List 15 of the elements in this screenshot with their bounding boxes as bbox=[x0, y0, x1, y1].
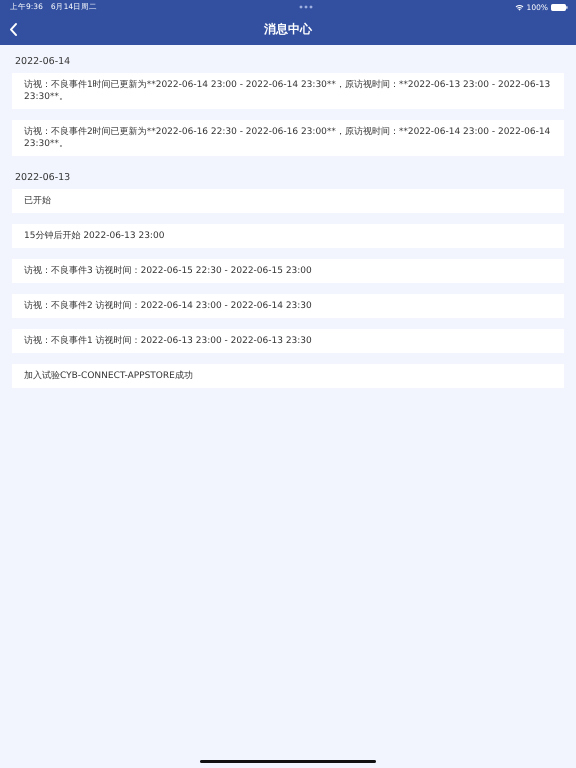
date-header: 2022-06-13 bbox=[14, 171, 72, 185]
battery-icon bbox=[551, 4, 568, 10]
wifi-icon bbox=[514, 4, 524, 10]
message-card[interactable]: 15分钟后开始 2022-06-13 23:00 bbox=[12, 224, 564, 248]
message-card[interactable]: 访视：不良事件2 访视时间：2022-06-14 23:00 - 2022-06-14 23:30 bbox=[12, 294, 564, 318]
message-card[interactable]: 访视：不良事件3 访视时间：2022-06-15 22:30 - 2022-06-15 23:00 bbox=[12, 259, 564, 283]
more-icon[interactable] bbox=[298, 5, 313, 9]
message-card[interactable]: 访视：不良事件2时间已更新为**2022-06-16 22:30 - 2022-06-16 23:00**，原访视时间：**2022-06-14 23:00 - 2022-06-14 23:30**。 bbox=[12, 120, 564, 156]
page-title: 消息中心 bbox=[264, 21, 312, 38]
message-card[interactable]: 加入试验CYB-CONNECT-APPSTORE成功 bbox=[12, 364, 564, 388]
message-card[interactable]: 访视：不良事件1时间已更新为**2022-06-14 23:00 - 2022-06-14 23:30**，原访视时间：**2022-06-13 23:00 - 2022-06-13 23:30**。 bbox=[12, 73, 564, 109]
message-card[interactable]: 已开始 bbox=[12, 189, 564, 213]
message-card[interactable]: 访视：不良事件1 访视时间：2022-06-13 23:00 - 2022-06-13 23:30 bbox=[12, 329, 564, 353]
date-header: 2022-06-14 bbox=[14, 55, 72, 69]
back-button[interactable] bbox=[8, 22, 20, 37]
